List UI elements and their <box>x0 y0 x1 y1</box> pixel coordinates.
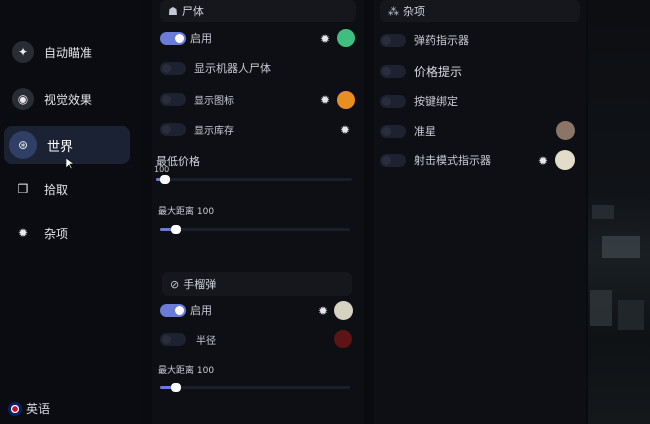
keybinds-row[interactable]: 按键绑定 <box>380 91 458 111</box>
row-label: 启用 <box>190 32 212 45</box>
max-distance-slider[interactable] <box>160 225 350 234</box>
misc-section-header: ⁂ 杂项 <box>380 0 580 22</box>
slider-knob[interactable] <box>171 383 182 392</box>
fire-mode-color-swatch[interactable] <box>555 150 575 170</box>
crosshair-color-swatch[interactable] <box>556 121 575 140</box>
grenade-section-header: ⊘ 手榴弹 <box>162 272 352 296</box>
sidebar-item-visuals[interactable]: ◉ 视觉效果 <box>4 80 130 118</box>
row-label: 按键绑定 <box>414 95 458 108</box>
corpse-section-header: ☗ 尸体 <box>160 0 356 22</box>
row-label: 射击模式指示器 <box>414 154 491 167</box>
row-label: 显示图标 <box>194 95 234 107</box>
grenade-radius-toggle[interactable] <box>160 332 186 346</box>
row-label: 价格提示 <box>414 64 463 79</box>
price-tooltip-row[interactable]: 价格提示 <box>380 61 462 81</box>
show-bot-corpses-toggle[interactable] <box>160 61 186 75</box>
section-title: 手榴弹 <box>183 278 217 291</box>
scene-detail <box>590 290 612 326</box>
sidebar: ✦ 自动瞄准 ◉ 视觉效果 ⊛ 世界 ❒ 拾取 ✹ 杂项 英语 <box>0 0 142 424</box>
misc-panel: ⁂ 杂项 弹药指示器 价格提示 按键绑定 准星 射击模式指示器 ✹ <box>374 0 586 424</box>
corpse-color-swatch[interactable] <box>337 29 355 47</box>
crosshair-icon: ✦ <box>12 41 34 63</box>
row-label: 显示机器人尸体 <box>194 62 271 75</box>
language-label: 英语 <box>26 402 51 416</box>
misc-icon: ⁂ <box>388 4 399 18</box>
gear-icon[interactable]: ✹ <box>318 93 332 107</box>
grenade-color-swatch[interactable] <box>334 301 353 320</box>
sidebar-item-misc[interactable]: ✹ 杂项 <box>4 214 130 252</box>
icon-color-swatch[interactable] <box>337 91 355 109</box>
eye-icon: ◉ <box>12 88 34 110</box>
show-icon-toggle[interactable] <box>160 92 186 106</box>
world-icon: ⊛ <box>9 131 37 159</box>
grenade-max-distance-label: 最大距离 100 <box>158 366 215 376</box>
scene-detail <box>602 236 640 258</box>
sidebar-item-label: 视觉效果 <box>44 92 93 107</box>
gear-icon[interactable]: ✹ <box>536 154 550 168</box>
corpse-enable-toggle[interactable] <box>160 31 186 45</box>
ammo-indicator-toggle[interactable] <box>380 33 406 47</box>
grenade-icon: ⊘ <box>170 277 180 291</box>
section-title: 尸体 <box>181 5 204 18</box>
grenade-enable-toggle[interactable] <box>160 303 186 317</box>
sidebar-item-loot[interactable]: ❒ 拾取 <box>4 170 130 208</box>
row-label: 半径 <box>196 335 216 347</box>
sidebar-item-label: 世界 <box>47 139 74 155</box>
grenade-max-distance-slider[interactable] <box>160 383 350 392</box>
row-label: 显示库存 <box>194 125 234 137</box>
game-background <box>588 0 650 424</box>
row-label: 启用 <box>190 304 212 317</box>
crosshair-row[interactable]: 准星 <box>380 121 436 141</box>
grenade-panel: ⊘ 手榴弹 启用 ✹ 半径 最大距离 100 <box>152 268 364 424</box>
sidebar-item-label: 拾取 <box>44 182 69 197</box>
ammo-indicator-row[interactable]: 弹药指示器 <box>380 30 469 50</box>
gear-icon: ✹ <box>17 226 29 240</box>
row-label: 弹药指示器 <box>414 34 469 47</box>
fire-mode-indicator-row[interactable]: 射击模式指示器 <box>380 150 491 170</box>
gear-icon[interactable]: ✹ <box>318 32 332 46</box>
fire-mode-indicator-toggle[interactable] <box>380 153 406 167</box>
corpse-enable-row[interactable]: 启用 <box>160 28 212 48</box>
gear-icon[interactable]: ✹ <box>316 304 330 318</box>
gear-icon[interactable]: ✹ <box>338 123 352 137</box>
corpse-icon: ☗ <box>168 4 178 18</box>
slider-knob[interactable] <box>171 225 182 234</box>
show-inventory-row[interactable]: 显示库存 <box>160 119 234 139</box>
slider-knob[interactable] <box>159 175 170 184</box>
crosshair-toggle[interactable] <box>380 124 406 138</box>
show-icon-row[interactable]: 显示图标 <box>160 89 234 109</box>
grenade-radius-row[interactable]: 半径 <box>160 329 216 349</box>
row-label: 准星 <box>414 125 436 138</box>
radius-color-swatch[interactable] <box>334 330 352 348</box>
corpse-panel: ☗ 尸体 启用 ✹ 显示机器人尸体 显示图标 ✹ 显示库存 ✹ 最低价格 100… <box>152 0 364 268</box>
grenade-enable-row[interactable]: 启用 <box>160 300 212 320</box>
scene-detail <box>618 300 644 330</box>
min-price-slider[interactable] <box>156 175 352 184</box>
min-price-value: 100 <box>154 165 170 174</box>
scene-detail <box>592 205 614 219</box>
price-tooltip-toggle[interactable] <box>380 64 406 78</box>
sidebar-item-label: 杂项 <box>44 226 69 241</box>
section-title: 杂项 <box>403 5 425 18</box>
max-distance-label: 最大距离 100 <box>158 207 215 217</box>
show-bot-corpses-row[interactable]: 显示机器人尸体 <box>160 58 271 78</box>
uk-flag-icon <box>8 401 22 416</box>
sidebar-item-aimbot[interactable]: ✦ 自动瞄准 <box>4 33 130 71</box>
box-icon: ❒ <box>17 182 29 196</box>
language-selector[interactable]: 英语 <box>8 400 50 417</box>
keybinds-toggle[interactable] <box>380 94 406 108</box>
mouse-cursor-icon <box>66 158 74 170</box>
show-inventory-toggle[interactable] <box>160 122 186 136</box>
sidebar-item-label: 自动瞄准 <box>44 45 93 60</box>
